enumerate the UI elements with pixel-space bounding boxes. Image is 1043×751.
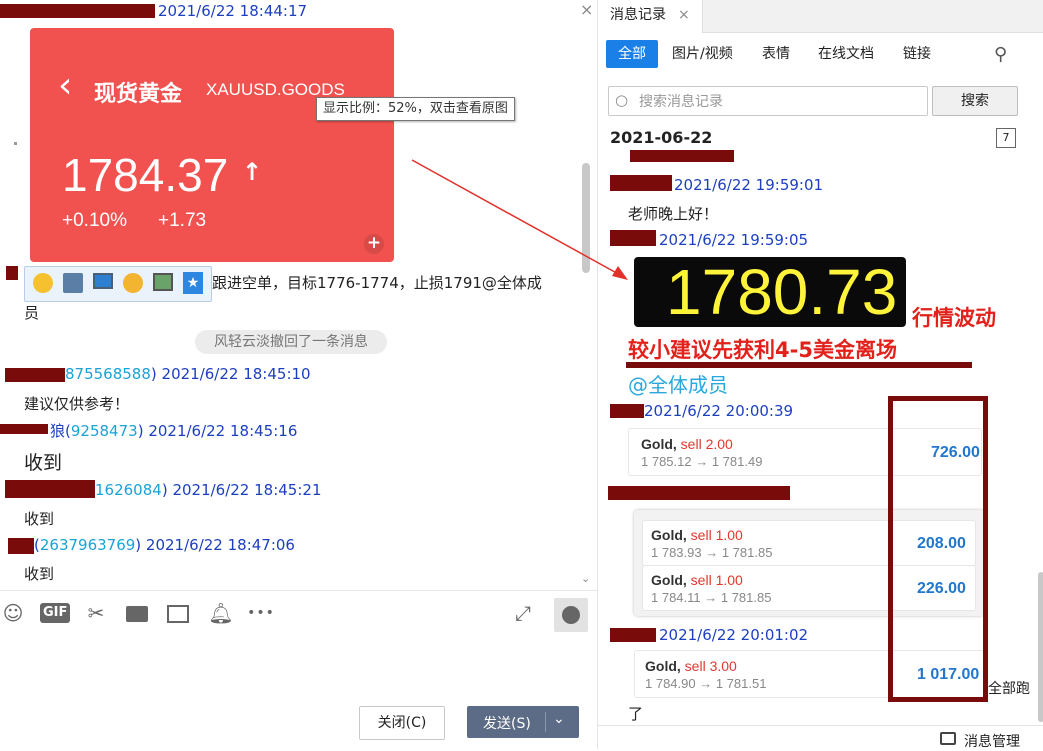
annotation-arrow [411, 159, 628, 280]
